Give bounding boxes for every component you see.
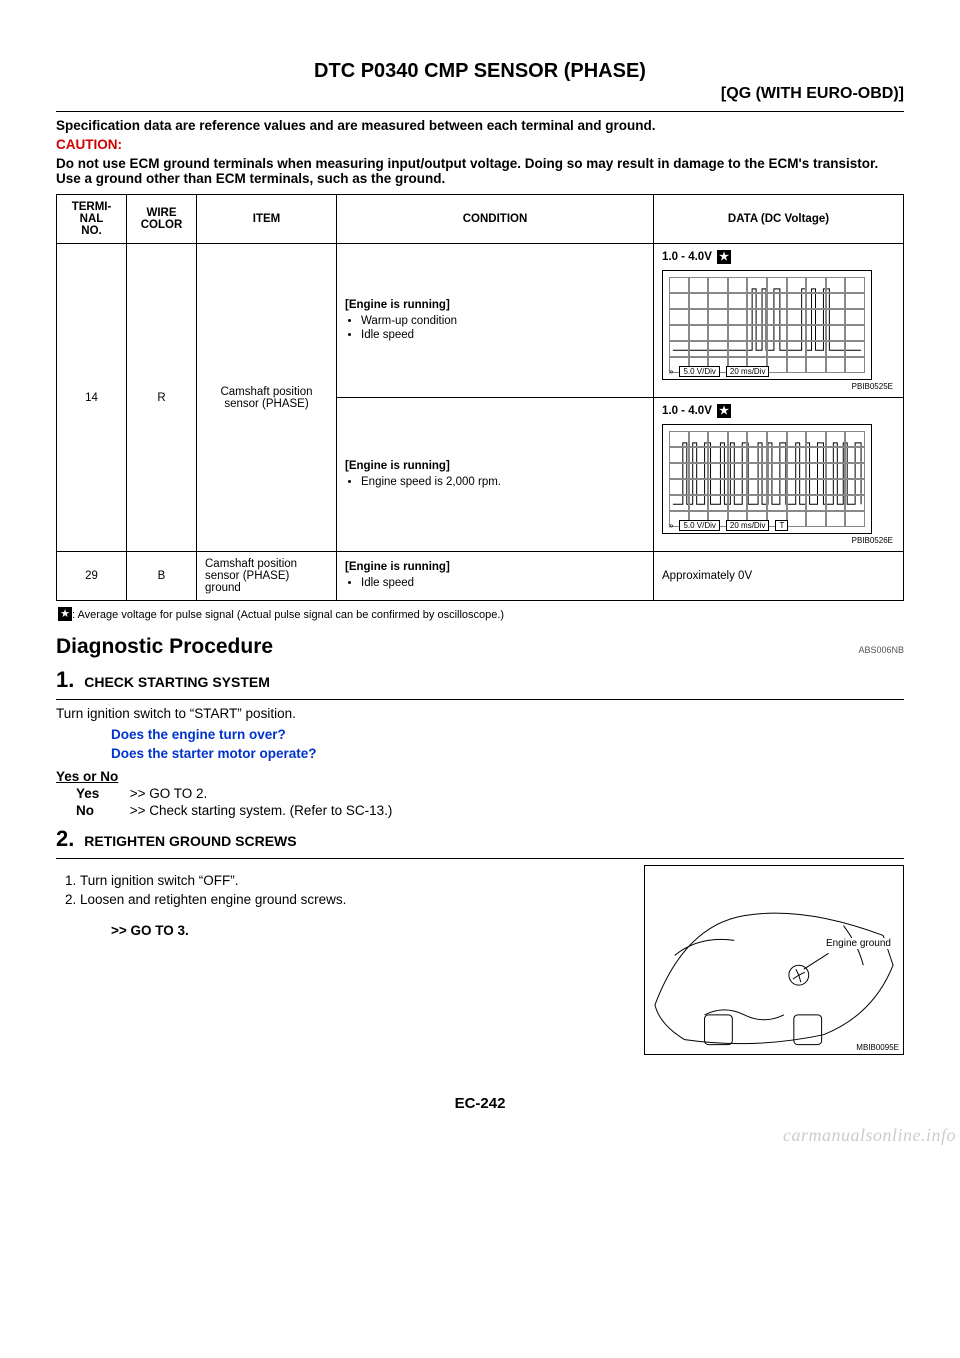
cell-cond-2: [Engine is running] Idle speed [337,552,654,601]
step1-num: 1. [56,667,74,692]
cell-cond-b: [Engine is running] Engine speed is 2,00… [337,398,654,552]
star-icon: ★ [717,404,731,418]
data-b-voltage: 1.0 - 4.0V [662,405,712,417]
engine-ground-illustration: Engine ground MBIB0095E [644,865,904,1055]
wave-a-vdiv: 5.0 V/Div [679,366,719,377]
cell-data-b: 1.0 - 4.0V ★ » 5.0 V/Div 20 ms/Div T [654,398,904,552]
cell-terminal-29: 29 [57,552,127,601]
illustration-svg [645,866,903,1055]
step2-title: RETIGHTEN GROUND SCREWS [84,833,296,849]
page-subsystem: [QG (WITH EURO-OBD)] [56,85,904,103]
th-terminal: TERMI- NAL NO. [57,195,127,244]
cond2-head: [Engine is running] [345,561,645,573]
step1-q2: Does the starter motor operate? [111,746,904,761]
step2-li1: Turn ignition switch “OFF”. [80,873,628,888]
cell-item-cmp: Camshaft position sensor (PHASE) [197,244,337,552]
th-item: ITEM [197,195,337,244]
wave-b-code: PBIB0526E [662,536,893,545]
cell-cond-a: [Engine is running] Warm-up condition Id… [337,244,654,398]
spec-table: TERMI- NAL NO. WIRE COLOR ITEM CONDITION… [56,194,904,601]
yes-label: Yes [76,786,126,801]
cond-b-b1: Engine speed is 2,000 rpm. [361,476,645,488]
star-icon: ★ [58,607,72,621]
intro-text: Specification data are reference values … [56,118,904,133]
no-label: No [76,803,126,818]
wave-b-arrow-icon: » [669,521,673,530]
wave-b-t: T [775,520,788,531]
step1-header: 1. CHECK STARTING SYSTEM [56,667,904,693]
section-title: Diagnostic Procedure [56,635,273,659]
table-footnote: ★: Average voltage for pulse signal (Act… [56,607,904,621]
cond-a-b2: Idle speed [361,329,645,341]
cell-wire-r: R [127,244,197,552]
waveform-b: » 5.0 V/Div 20 ms/Div T [662,424,872,534]
cell-item-ground: Camshaft position sensor (PHASE) ground [197,552,337,601]
step2-header: 2. RETIGHTEN GROUND SCREWS [56,826,904,852]
step1-body: Turn ignition switch to “START” position… [56,706,904,721]
yn-no: No >> Check starting system. (Refer to S… [76,803,904,818]
step2-li2: Loosen and retighten engine ground screw… [80,892,628,907]
yn-heading: Yes or No [56,769,904,784]
step2-goto: >> GO TO 3. [111,923,628,938]
step1-q1: Does the engine turn over? [111,727,904,742]
wave-a-arrow-icon: » [669,367,673,376]
wave-a-code: PBIB0525E [662,382,893,391]
cond-b-head: [Engine is running] [345,460,645,472]
caution-text: Do not use ECM ground terminals when mea… [56,156,904,186]
cond2-b1: Idle speed [361,577,645,589]
step2-num: 2. [56,826,74,851]
divider [56,858,904,859]
step1-title: CHECK STARTING SYSTEM [84,674,270,690]
illus-code: MBIB0095E [856,1043,899,1052]
cell-wire-b: B [127,552,197,601]
star-icon: ★ [717,250,731,264]
th-wire: WIRE COLOR [127,195,197,244]
cell-terminal-14: 14 [57,244,127,552]
cell-data-a: 1.0 - 4.0V ★ » 5.0 V/Div 20 ms/Div [654,244,904,398]
watermark: carmanualsonline.info [783,1125,956,1146]
page-number: EC-242 [56,1095,904,1112]
wave-a-tdiv: 20 ms/Div [726,366,770,377]
th-data: DATA (DC Voltage) [654,195,904,244]
illus-callout: Engine ground [824,938,893,949]
yes-action: >> GO TO 2. [130,786,208,801]
waveform-a: » 5.0 V/Div 20 ms/Div [662,270,872,380]
wave-b-vdiv: 5.0 V/Div [679,520,719,531]
divider [56,111,904,112]
cell-data-2: Approximately 0V [654,552,904,601]
caution-label: CAUTION: [56,137,904,152]
wave-b-tdiv: 20 ms/Div [726,520,770,531]
divider [56,699,904,700]
cond-a-head: [Engine is running] [345,299,645,311]
step2-list: Turn ignition switch “OFF”. Loosen and r… [56,873,628,907]
page-title: DTC P0340 CMP SENSOR (PHASE) [56,60,904,83]
section-refcode: ABS006NB [858,645,904,655]
no-action: >> Check starting system. (Refer to SC-1… [130,803,393,818]
th-condition: CONDITION [337,195,654,244]
data-a-voltage: 1.0 - 4.0V [662,251,712,263]
yn-yes: Yes >> GO TO 2. [76,786,904,801]
footnote-text: : Average voltage for pulse signal (Actu… [72,609,504,621]
cond-a-b1: Warm-up condition [361,315,645,327]
